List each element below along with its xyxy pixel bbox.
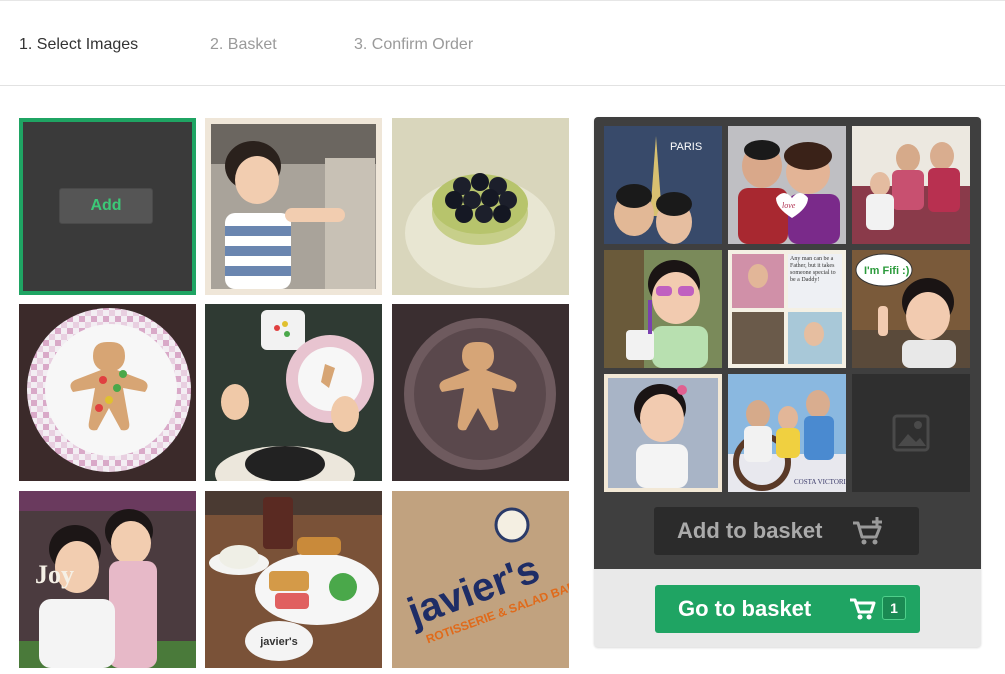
add-image-tile[interactable]: Add — [19, 118, 196, 295]
svg-text:Joy: Joy — [35, 560, 74, 589]
step-navigation: 1. Select Images 2. Basket 3. Confirm Or… — [0, 2, 1005, 86]
selection-panel: PARIS love Any man can be a Father, but … — [594, 117, 981, 647]
cart-icon — [850, 598, 876, 620]
svg-text:I'm Fifi :): I'm Fifi :) — [864, 265, 910, 277]
step-confirm-order[interactable]: 3. Confirm Order — [354, 36, 473, 54]
girl-eating-photo[interactable] — [205, 118, 382, 295]
fifi-thumb[interactable]: I'm Fifi :) — [852, 250, 970, 368]
paris-couple-thumb[interactable]: PARIS — [604, 126, 722, 244]
svg-text:javier's: javier's — [259, 636, 297, 648]
step-basket[interactable]: 2. Basket — [210, 36, 277, 54]
girl-sunglasses-thumb[interactable] — [604, 250, 722, 368]
svg-text:love: love — [782, 201, 796, 210]
svg-text:COSTA VICTORIA: COSTA VICTORIA — [794, 478, 846, 486]
sisters-photo[interactable]: Joy — [19, 491, 196, 668]
gingerbread-plate-photo[interactable] — [19, 304, 196, 481]
image-gallery: Add Joy javier's javier's ROTISSERIE & S… — [19, 118, 569, 668]
image-placeholder-icon — [892, 414, 930, 452]
restaurant-meal-photo[interactable]: javier's — [205, 491, 382, 668]
add-button[interactable]: Add — [59, 188, 153, 224]
girl-portrait-thumb[interactable] — [604, 374, 722, 492]
blueberry-tart-photo[interactable] — [392, 118, 569, 295]
go-to-basket-label: Go to basket — [678, 596, 812, 621]
go-to-basket-button[interactable]: Go to basket 1 — [655, 585, 920, 633]
selected-images-panel: PARIS love Any man can be a Father, but … — [594, 117, 981, 569]
fathers-day-collage-thumb[interactable]: Any man can be a Father, but it takes so… — [728, 250, 846, 368]
basket-count-badge: 1 — [882, 596, 906, 620]
gingerbread-dark-plate-photo[interactable] — [392, 304, 569, 481]
step-select-images[interactable]: 1. Select Images — [19, 36, 138, 54]
couple-heart-thumb[interactable]: love — [728, 126, 846, 244]
add-to-basket-button[interactable]: Add to basket — [654, 507, 919, 555]
child-eating-photo[interactable] — [205, 304, 382, 481]
cart-add-icon — [853, 517, 882, 545]
empty-slot-thumb[interactable] — [852, 374, 970, 492]
cruise-family-thumb[interactable]: COSTA VICTORIA — [728, 374, 846, 492]
svg-text:PARIS: PARIS — [670, 141, 702, 153]
top-divider — [0, 0, 1005, 1]
add-to-basket-label: Add to basket — [677, 518, 823, 543]
family-sofa-thumb[interactable] — [852, 126, 970, 244]
javiers-sign-photo[interactable]: javier's ROTISSERIE & SALAD BAR — [392, 491, 569, 668]
